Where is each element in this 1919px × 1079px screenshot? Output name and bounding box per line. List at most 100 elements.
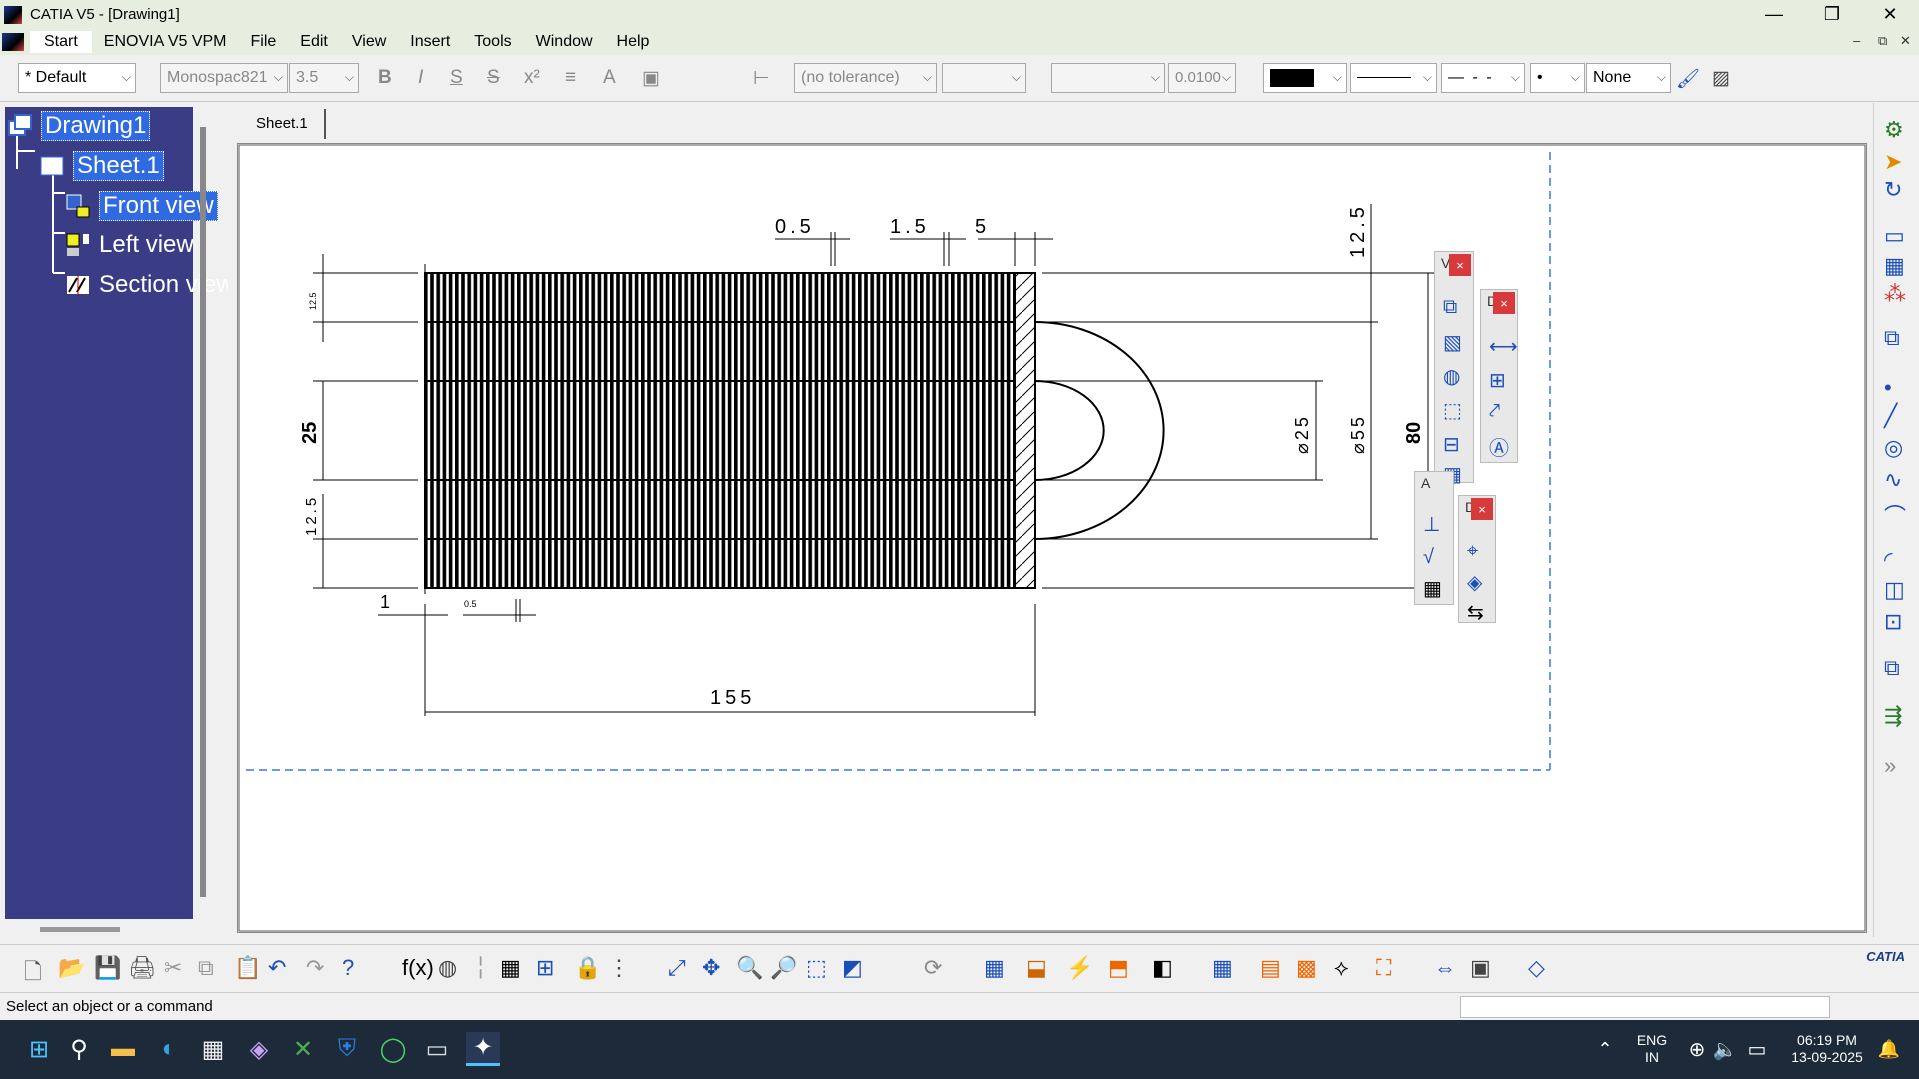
terminal-icon[interactable]: ▭	[420, 1032, 454, 1066]
flip-icon[interactable]: ⇔	[1434, 955, 1456, 981]
zoom-in-icon[interactable]: 🔍	[736, 955, 763, 981]
tree-expand-icon[interactable]: ⊞	[536, 955, 554, 981]
datum-feature-icon[interactable]: ⊥	[1423, 512, 1440, 537]
tree-node-section-view[interactable]: Section view	[65, 271, 234, 299]
table-editor-icon[interactable]: ▦	[500, 955, 521, 981]
mdi-close-button[interactable]: ✕	[1900, 33, 1911, 49]
area-fill-icon[interactable]: ▨	[1712, 67, 1730, 90]
color-select[interactable]: ⌵	[1263, 63, 1347, 93]
roughness-symbol-icon[interactable]: √	[1423, 546, 1434, 569]
language-indicator[interactable]: ENG IN	[1630, 1032, 1674, 1066]
menu-insert[interactable]: Insert	[398, 33, 462, 51]
catia-taskbar-icon[interactable]: ✦	[466, 1032, 500, 1066]
mdi-minimize-button[interactable]: –	[1853, 33, 1860, 48]
dim-top-1-5[interactable]: 1.5	[890, 216, 930, 238]
volume-icon[interactable]: 🔈	[1708, 1032, 1742, 1066]
normal-view-icon[interactable]: ◩	[842, 955, 863, 981]
front-view-tool-icon[interactable]: ⧉	[1443, 296, 1457, 319]
tech-feature-dim-icon[interactable]: ⊞	[1489, 368, 1506, 393]
tray-chevron-icon[interactable]: ⌃	[1588, 1032, 1622, 1066]
tolerance-select[interactable]: (no tolerance) ⌵	[794, 63, 937, 93]
show-constraints-icon[interactable]: ⛶	[1376, 955, 1391, 981]
zoom-area-icon[interactable]: ⬚	[806, 955, 827, 981]
dim-bottom-0-5[interactable]: 0.5	[464, 599, 477, 609]
fit-all-icon[interactable]: ⤢	[668, 955, 686, 981]
update-icon[interactable]: ↻	[1884, 177, 1902, 203]
pan-icon[interactable]: ✥	[702, 955, 720, 981]
whatsapp-icon[interactable]: ◯	[376, 1032, 410, 1066]
dim-left-12-5-a[interactable]: 12.5	[308, 292, 318, 310]
minimize-button[interactable]: —	[1745, 0, 1803, 29]
catia-app-icon[interactable]	[4, 5, 22, 24]
menu-file[interactable]: File	[239, 33, 289, 51]
linetype-select[interactable]: — - - ⌵	[1441, 63, 1525, 93]
tree-node-drawing[interactable]: Drawing1	[7, 111, 151, 141]
select-arrow-icon[interactable]: ➤	[1884, 149, 1902, 175]
save-icon[interactable]: 💾	[94, 955, 121, 981]
precision-select[interactable]: 0.0100 ⌵	[1168, 63, 1236, 93]
pattern-select[interactable]: None ⌵	[1586, 63, 1671, 93]
geometry-analysis-icon[interactable]: ⟡	[1334, 955, 1349, 981]
dimension-edit-icon[interactable]: ⤤	[1489, 400, 1500, 423]
more-icon[interactable]: »	[1884, 753, 1896, 779]
dim-bottom-155[interactable]: 155	[710, 687, 755, 709]
dim-left-25[interactable]: 25	[299, 422, 321, 444]
close-button[interactable]: ✕	[1861, 0, 1919, 29]
circle-icon[interactable]: ◎	[1884, 435, 1903, 461]
font-size-select[interactable]: 3.5 ⌵	[289, 63, 359, 93]
layers-icon[interactable]: ⧉	[1884, 655, 1900, 681]
axis-icon[interactable]: ⇶	[1884, 703, 1902, 729]
network-icon[interactable]: ⁂	[1884, 281, 1906, 307]
style-select[interactable]: * Default ⌵	[18, 63, 136, 93]
menu-enovia[interactable]: ENOVIA V5 VPM	[92, 33, 239, 51]
filter-icon[interactable]: ▤	[1260, 955, 1281, 981]
line-icon[interactable]: ╱	[1884, 403, 1897, 429]
lock-icon[interactable]: 🔒	[574, 955, 601, 981]
dim-height-80[interactable]: 80	[1403, 422, 1425, 444]
grid-icon[interactable]: ▦	[984, 955, 1005, 981]
menu-window[interactable]: Window	[524, 33, 605, 51]
dimensioning-toolbar-close-button[interactable]: ×	[1493, 292, 1515, 314]
file-explorer-icon[interactable]: ▬	[106, 1032, 140, 1066]
geometry-toolbar-close-button[interactable]: ×	[1471, 498, 1493, 520]
underline-icon[interactable]: S	[450, 67, 463, 89]
tree-vertical-scrollbar[interactable]	[200, 127, 206, 897]
mdi-restore-button[interactable]: ⧉	[1878, 33, 1887, 49]
dimension-analysis-icon[interactable]: ▩	[1296, 955, 1317, 981]
paste-icon[interactable]: 📋	[234, 955, 261, 981]
battery-icon[interactable]: ▭	[1740, 1032, 1774, 1066]
tree-node-front-view[interactable]: Front view	[65, 191, 218, 221]
corner-icon[interactable]: ◜	[1884, 547, 1893, 573]
clipping-view-tool-icon[interactable]: ⬚	[1443, 398, 1462, 423]
copilot-icon[interactable]: ◈	[242, 1032, 276, 1066]
defender-icon[interactable]: ⛨	[330, 1032, 364, 1066]
broken-view-tool-icon[interactable]: ⊟	[1443, 432, 1460, 457]
text-tool-icon[interactable]: Ⓐ	[1489, 432, 1509, 461]
swap-icon[interactable]: ⟳	[924, 955, 942, 981]
dim-bottom-1[interactable]: 1	[380, 592, 390, 612]
formula-icon[interactable]: f(x)	[402, 955, 434, 981]
dim-left-12-5-b[interactable]: 12.5	[303, 495, 320, 536]
front-view-geometry[interactable]	[424, 264, 1165, 594]
views-toolbar-close-button[interactable]: ×	[1449, 254, 1471, 276]
painter-icon[interactable]: 🖌	[1676, 67, 1700, 91]
dim-diameter-25[interactable]: ⌀25	[1292, 414, 1312, 454]
point-icon[interactable]: •	[1884, 375, 1892, 401]
redo-icon[interactable]: ↷	[306, 955, 324, 981]
center-line-icon[interactable]: ⌖	[1467, 540, 1478, 563]
open-file-icon[interactable]: 📂	[58, 955, 85, 981]
analysis-icon[interactable]: ⚡	[1066, 955, 1093, 981]
text-frame-icon[interactable]: ▣	[642, 67, 660, 90]
xbox-icon[interactable]: ✕	[286, 1032, 320, 1066]
ruler-icon[interactable]: ╎	[474, 955, 487, 981]
tree-node-left-view[interactable]: Left view	[65, 231, 194, 259]
curve-icon[interactable]: ⌒	[1884, 499, 1906, 531]
point-type-select[interactable]: • ⌵	[1530, 63, 1585, 93]
font-select[interactable]: Monospac821 ⌵	[160, 63, 288, 93]
trim-icon[interactable]: ⊡	[1884, 609, 1902, 635]
align-icon[interactable]: ≡	[565, 67, 576, 89]
spline-icon[interactable]: ∿	[1884, 467, 1902, 493]
eraser-icon[interactable]: ◇	[1528, 955, 1545, 981]
notification-icon[interactable]: 🔔	[1872, 1032, 1906, 1066]
print-icon[interactable]: 🖨	[128, 955, 156, 981]
